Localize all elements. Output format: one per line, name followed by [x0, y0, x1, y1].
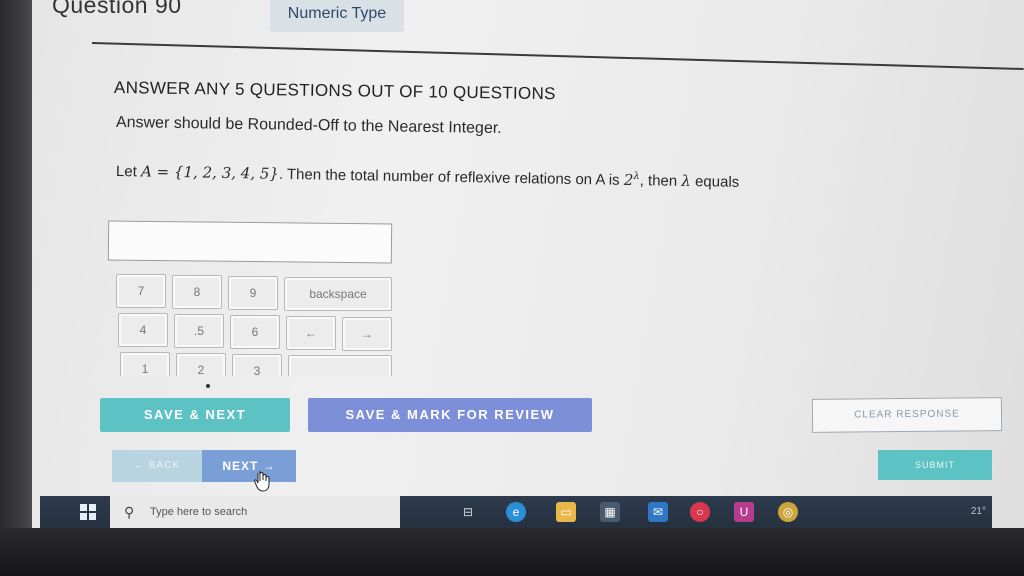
monitor-bezel-left: [0, 0, 32, 576]
mail-icon[interactable]: ✉: [648, 502, 668, 522]
key-3[interactable]: 3: [232, 354, 282, 376]
header-divider: [91, 42, 1024, 71]
key-9[interactable]: 9: [228, 276, 278, 310]
section-instructions: ANSWER ANY 5 QUESTIONS OUT OF 10 QUESTIO…: [113, 78, 556, 104]
question-text: Let A = {1, 2, 3, 4, 5}. Then the total …: [115, 162, 740, 191]
key-4[interactable]: 4: [118, 313, 168, 347]
question-text-end: , then: [639, 172, 682, 190]
backspace-key[interactable]: backspace: [284, 277, 392, 311]
rounding-note: Answer should be Rounded-Off to the Near…: [115, 114, 502, 138]
question-number: Question 90: [52, 0, 182, 18]
task-view-icon[interactable]: ⊟: [458, 502, 478, 522]
numeric-answer-input[interactable]: [107, 220, 393, 264]
lambda-symbol: λ: [681, 171, 692, 191]
save-next-button[interactable]: SAVE & NEXT: [100, 398, 290, 432]
question-text-middle: . Then the total number of reflexive rel…: [278, 165, 624, 189]
taskbar-search[interactable]: ⚲ Type here to search: [110, 496, 400, 528]
key-7[interactable]: 7: [116, 274, 166, 308]
question-text-suffix: equals: [690, 173, 740, 191]
app-icon-red[interactable]: ○: [690, 502, 710, 522]
windows-start-icon[interactable]: [80, 504, 96, 520]
key-0[interactable]: [288, 355, 392, 376]
file-explorer-icon[interactable]: ▭: [556, 502, 576, 522]
chrome-icon[interactable]: ◎: [778, 502, 798, 522]
question-type-badge: Numeric Type: [270, 0, 404, 32]
set-value: = {1, 2, 3, 4, 5}: [151, 162, 280, 183]
question-text-prefix: Let: [115, 163, 137, 181]
windows-taskbar: ⚲ Type here to search ⊟ e ▭ ▦ ✉ ○ U ◎ 21…: [40, 496, 992, 528]
edge-browser-icon[interactable]: e: [506, 502, 526, 522]
key-1[interactable]: 1: [120, 352, 170, 376]
key-6[interactable]: 6: [230, 315, 280, 349]
weather-tray: 21°: [970, 506, 986, 517]
key-8[interactable]: 8: [172, 275, 222, 309]
search-icon: ⚲: [124, 504, 135, 520]
save-mark-review-button[interactable]: SAVE & MARK FOR REVIEW: [308, 398, 592, 432]
key-5[interactable]: .5: [174, 314, 224, 348]
store-icon[interactable]: ▦: [600, 502, 620, 522]
clear-response-button[interactable]: CLEAR RESPONSE: [811, 397, 1003, 433]
screen-dot: [206, 384, 210, 388]
monitor-bezel-bottom: [0, 528, 1024, 576]
hand-cursor-icon: [254, 471, 270, 492]
app-icon-magenta[interactable]: U: [734, 502, 754, 522]
right-arrow-key[interactable]: →: [342, 317, 392, 351]
exam-screen: Question 90 Numeric Type ANSWER ANY 5 QU…: [32, 0, 1024, 528]
virtual-keypad: 7 8 9 backspace 4 .5 6 ← → 1 2 3: [116, 272, 396, 376]
key-2[interactable]: 2: [176, 353, 226, 376]
next-button[interactable]: NEXT →: [202, 450, 296, 482]
back-button[interactable]: ← BACK: [112, 450, 202, 482]
search-placeholder: Type here to search: [150, 506, 248, 518]
submit-button[interactable]: SUBMIT: [878, 450, 992, 480]
set-name: A: [140, 162, 153, 181]
left-arrow-key[interactable]: ←: [286, 316, 336, 350]
